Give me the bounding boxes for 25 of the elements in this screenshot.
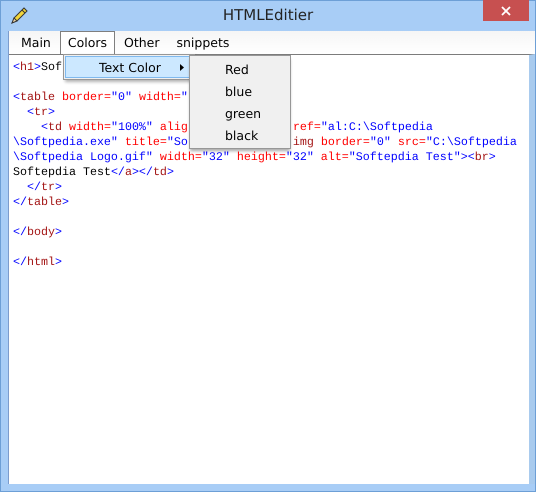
menu-option[interactable]: blue	[190, 80, 290, 102]
pencil-icon	[9, 6, 29, 26]
menu-option[interactable]: green	[190, 102, 290, 124]
window-title: HTMLEditier	[222, 6, 314, 24]
menu-option[interactable]: black	[190, 124, 290, 146]
menu-item[interactable]: Main	[13, 31, 59, 54]
code-text: </table>	[13, 195, 69, 210]
code-text: <tr>	[26, 105, 55, 120]
menu-item[interactable]: snippets	[168, 31, 238, 54]
code-text: \Softpedia Logo.gif" width="32" height="32" alt="Softepdia Test"><br>	[13, 150, 496, 165]
code-text: <h1>Sof	[13, 60, 62, 75]
code-text: \Softpedia.exe" title="So	[13, 135, 188, 150]
code-text: </html>	[13, 255, 62, 270]
code-text: </tr>	[26, 180, 62, 195]
code-text: img border="0" src="C:\Softpedia	[292, 135, 517, 150]
menu-item[interactable]: Colors	[60, 31, 115, 54]
menu-item[interactable]: Other	[116, 31, 168, 54]
close-icon	[501, 6, 511, 16]
menu-option[interactable]: Red	[190, 58, 290, 80]
code-text: ref="al:C:\Softpedia	[292, 120, 433, 135]
close-button[interactable]	[483, 0, 529, 21]
code-text: <td width="100%" alig	[40, 120, 188, 135]
code-text: Softepdia Test</a></td>	[13, 165, 174, 180]
code-text: </body>	[13, 225, 62, 240]
code-text: <table border="0" width="	[13, 90, 188, 105]
